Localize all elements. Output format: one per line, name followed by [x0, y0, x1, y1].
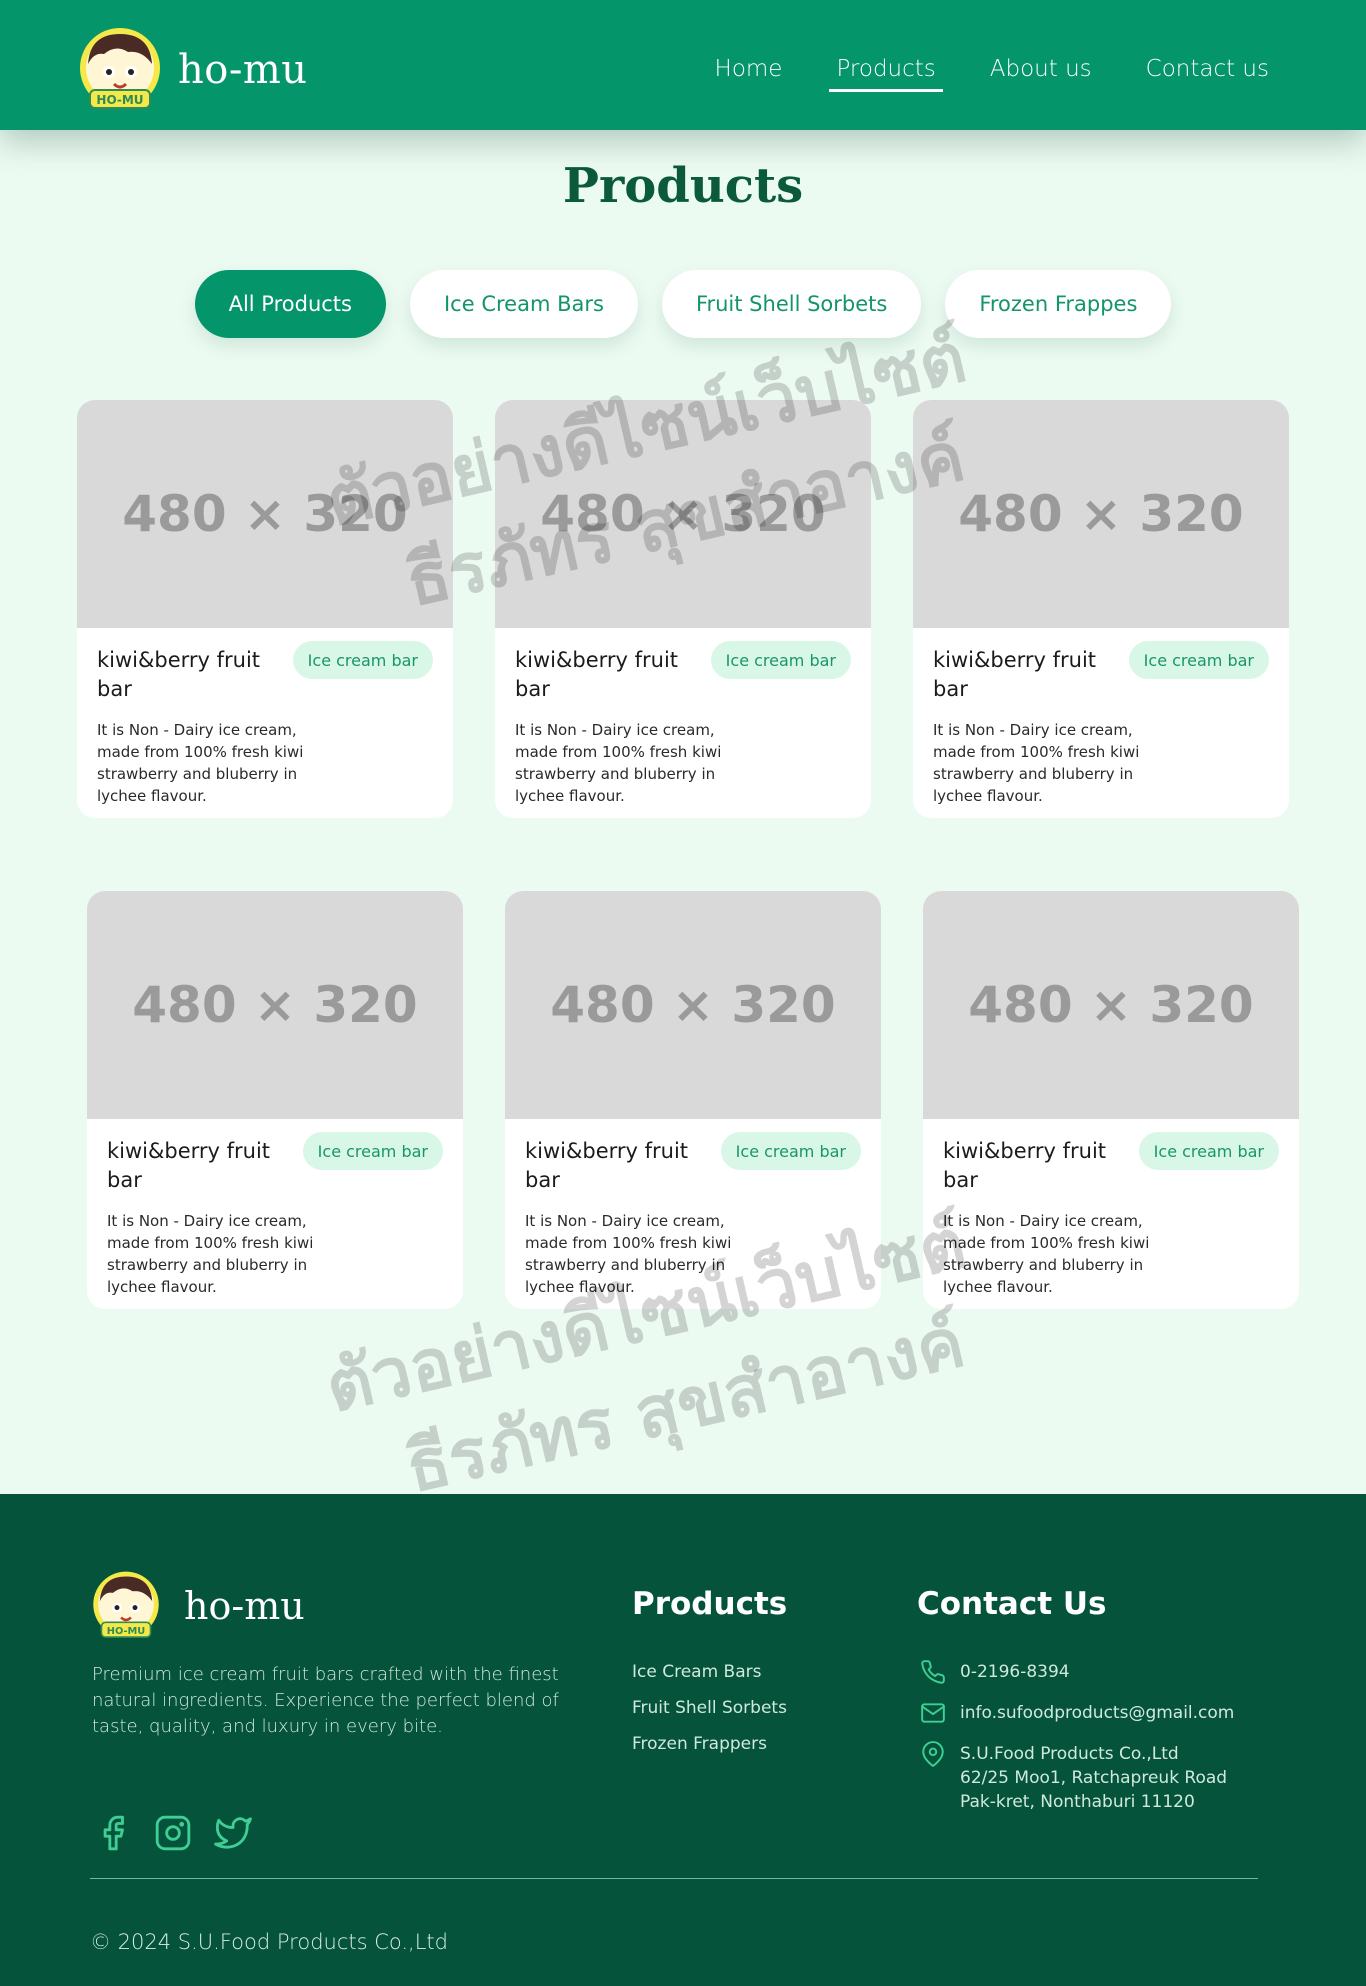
- address-line: S.U.Food Products Co.,Ltd: [960, 1744, 1179, 1764]
- category-badge: Ice cream bar: [1128, 641, 1269, 679]
- address-line: 62/25 Moo1, Ratchapreuk Road: [960, 1768, 1228, 1788]
- mail-icon: [921, 1703, 945, 1723]
- filter-all-products[interactable]: All Products: [194, 270, 386, 338]
- category-filters: All Products Ice Cream Bars Fruit Shell …: [0, 270, 1366, 338]
- site-footer: HO-MU ho-mu Premium ice cream fruit bars…: [0, 1494, 1366, 1986]
- brand-name: ho-mu: [178, 47, 308, 93]
- category-badge: Ice cream bar: [292, 641, 433, 679]
- product-card[interactable]: 480 × 320 kiwi&berry fruit bar Ice cream…: [913, 400, 1289, 818]
- site-header: HO-MU ho-mu Home Products About us Conta…: [0, 0, 1366, 130]
- mascot-logo-icon: HO-MU: [80, 28, 160, 109]
- product-image-placeholder: 480 × 320: [495, 400, 871, 628]
- footer-link-fruit-shell-sorbets[interactable]: Fruit Shell Sorbets: [632, 1698, 787, 1718]
- product-description: It is Non - Dairy ice cream, made from 1…: [97, 721, 304, 805]
- product-name: kiwi&berry fruit bar: [97, 648, 261, 701]
- product-image-placeholder: 480 × 320: [87, 891, 463, 1119]
- svg-text:HO-MU: HO-MU: [96, 93, 143, 107]
- product-description: It is Non - Dairy ice cream, made from 1…: [933, 721, 1140, 805]
- page-title: Products: [562, 158, 804, 214]
- filter-fruit-shell-sorbets[interactable]: Fruit Shell Sorbets: [661, 270, 922, 338]
- category-badge: Ice cream bar: [1138, 1132, 1279, 1170]
- filter-frozen-frappes[interactable]: Frozen Frappes: [945, 270, 1172, 338]
- product-name: kiwi&berry fruit bar: [943, 1139, 1107, 1192]
- product-name: kiwi&berry fruit bar: [933, 648, 1097, 701]
- instagram-icon[interactable]: [154, 1814, 192, 1852]
- footer-products-title: Products: [632, 1586, 788, 1622]
- product-description: It is Non - Dairy ice cream, made from 1…: [943, 1212, 1150, 1296]
- location-pin-icon: [922, 1741, 944, 1767]
- mascot-logo-icon: HO-MU: [93, 1571, 159, 1638]
- nav-contact[interactable]: Contact us: [1139, 52, 1276, 86]
- email-address: info.sufoodproducts@gmail.com: [960, 1703, 1235, 1723]
- product-name: kiwi&berry fruit bar: [525, 1139, 689, 1192]
- svg-text:HO-MU: HO-MU: [107, 1626, 146, 1637]
- phone-number: 0-2196-8394: [960, 1662, 1070, 1682]
- product-card[interactable]: 480 × 320 kiwi&berry fruit bar Ice cream…: [87, 891, 463, 1309]
- phone-icon: [921, 1660, 945, 1684]
- main-nav: Home Products About us Contact us: [708, 52, 1276, 92]
- contact-email[interactable]: info.sufoodproducts@gmail.com: [920, 1701, 1234, 1726]
- product-card[interactable]: 480 × 320 kiwi&berry fruit bar Ice cream…: [77, 400, 453, 818]
- product-name: kiwi&berry fruit bar: [107, 1139, 271, 1192]
- product-image-placeholder: 480 × 320: [923, 891, 1299, 1119]
- category-badge: Ice cream bar: [302, 1132, 443, 1170]
- product-card[interactable]: 480 × 320 kiwi&berry fruit bar Ice cream…: [495, 400, 871, 818]
- watermark-line: ธีรภัทร สุขสำอางค์: [398, 1300, 972, 1509]
- product-image-placeholder: 480 × 320: [505, 891, 881, 1119]
- facebook-icon[interactable]: [94, 1814, 132, 1852]
- category-badge: Ice cream bar: [720, 1132, 861, 1170]
- footer-contact-title: Contact Us: [917, 1586, 1107, 1622]
- category-badge: Ice cream bar: [710, 641, 851, 679]
- footer-contact-info: 0-2196-8394 info.sufoodproducts@gmail.co…: [920, 1660, 1234, 1830]
- product-card[interactable]: 480 × 320 kiwi&berry fruit bar Ice cream…: [505, 891, 881, 1309]
- product-card[interactable]: 480 × 320 kiwi&berry fruit bar Ice cream…: [923, 891, 1299, 1309]
- product-name: kiwi&berry fruit bar: [515, 648, 679, 701]
- footer-link-ice-cream-bars[interactable]: Ice Cream Bars: [632, 1662, 787, 1682]
- footer-brand-name: ho-mu: [184, 1584, 305, 1628]
- footer-logo[interactable]: HO-MU ho-mu: [90, 1570, 305, 1642]
- product-image-placeholder: 480 × 320: [913, 400, 1289, 628]
- footer-product-links: Ice Cream Bars Fruit Shell Sorbets Froze…: [632, 1662, 787, 1770]
- nav-about[interactable]: About us: [983, 52, 1099, 86]
- footer-about-text: Premium ice cream fruit bars crafted wit…: [92, 1664, 559, 1737]
- product-description: It is Non - Dairy ice cream, made from 1…: [525, 1212, 732, 1296]
- address-line: Pak-kret, Nonthaburi 11120: [960, 1792, 1195, 1812]
- product-description: It is Non - Dairy ice cream, made from 1…: [515, 721, 722, 805]
- product-description: It is Non - Dairy ice cream, made from 1…: [107, 1212, 314, 1296]
- footer-link-frozen-frappers[interactable]: Frozen Frappers: [632, 1734, 787, 1754]
- contact-address: S.U.Food Products Co.,Ltd 62/25 Moo1, Ra…: [920, 1741, 1234, 1814]
- nav-products[interactable]: Products: [829, 52, 944, 92]
- product-image-placeholder: 480 × 320: [77, 400, 453, 628]
- logo-link[interactable]: HO-MU ho-mu: [76, 26, 308, 114]
- copyright-text: © 2024 S.U.Food Products Co.,Ltd: [90, 1930, 448, 1954]
- twitter-icon[interactable]: [214, 1814, 252, 1852]
- social-links: [94, 1814, 252, 1852]
- filter-ice-cream-bars[interactable]: Ice Cream Bars: [409, 270, 638, 338]
- address-text: S.U.Food Products Co.,Ltd 62/25 Moo1, Ra…: [960, 1742, 1227, 1814]
- footer-divider: [90, 1878, 1258, 1879]
- nav-home[interactable]: Home: [708, 52, 790, 86]
- contact-phone[interactable]: 0-2196-8394: [920, 1660, 1234, 1685]
